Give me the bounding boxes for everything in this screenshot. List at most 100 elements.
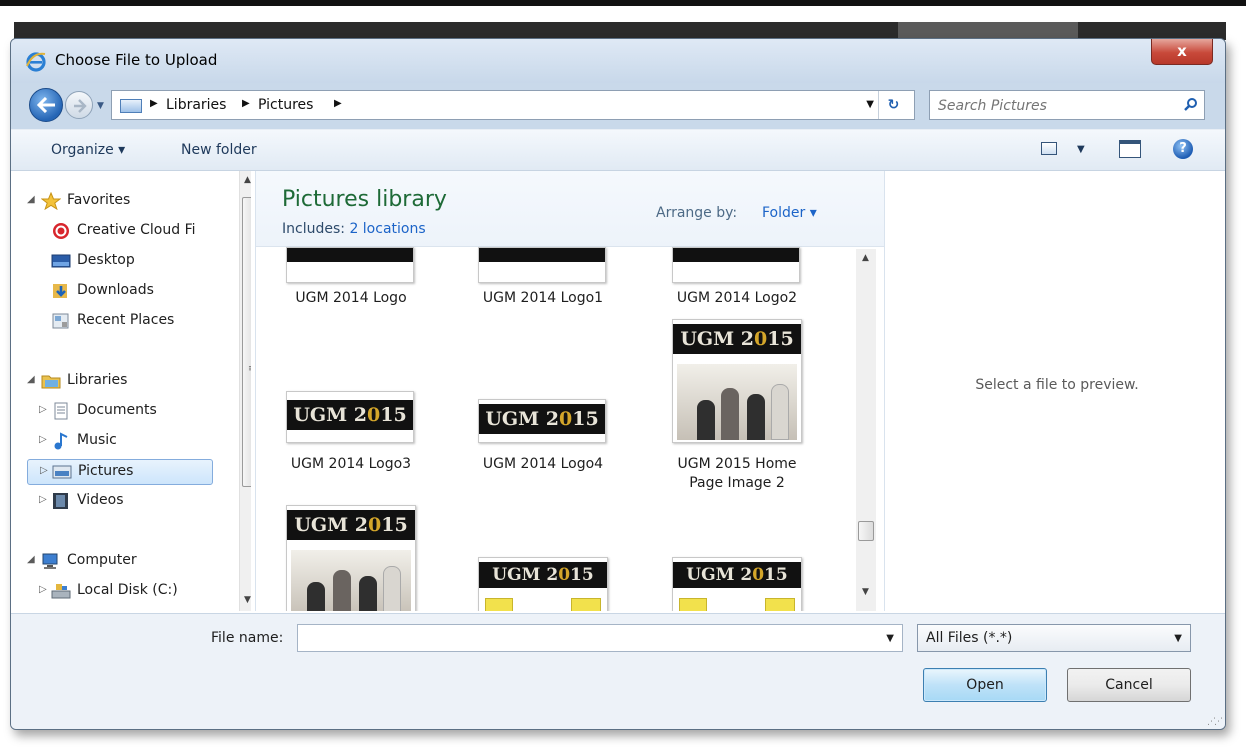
file-name: UGM 2014 Logo [295, 290, 407, 306]
nav-label: Pictures [78, 463, 134, 479]
thumbnail-photo [291, 550, 411, 611]
filetype-select[interactable]: All Files (*.*) ▼ [917, 624, 1191, 652]
scroll-up-icon[interactable]: ▲ [244, 175, 251, 185]
history-dropdown-icon[interactable]: ▼ [97, 101, 104, 111]
expand-icon[interactable]: ▷ [39, 404, 47, 415]
filename-combobox[interactable]: ▼ [297, 624, 903, 652]
star-icon [41, 192, 61, 210]
nav-item-local-disk[interactable]: ▷ Local Disk (C:) [27, 579, 233, 605]
window-title: Choose File to Upload [55, 51, 218, 69]
nav-label: Documents [77, 402, 157, 418]
thumbnail-photo [677, 364, 797, 440]
file-thumbnail: UGM 2015 [478, 557, 608, 611]
forward-arrow-icon [74, 99, 87, 113]
dialog-footer: File name: ▼ All Files (*.*) ▼ Open Canc… [11, 613, 1225, 729]
creative-cloud-icon [53, 223, 69, 239]
back-button[interactable] [29, 88, 63, 122]
help-icon[interactable]: ? [1173, 139, 1193, 159]
includes-label: Includes: [282, 221, 345, 237]
documents-icon [54, 402, 68, 420]
close-button[interactable]: x [1151, 39, 1213, 65]
expand-icon[interactable]: ▷ [40, 465, 48, 476]
nav-label: Desktop [77, 252, 135, 268]
nav-libraries[interactable]: ◢ Libraries [27, 369, 233, 395]
ie-icon [26, 52, 46, 72]
scroll-thumb[interactable] [858, 521, 874, 541]
file-name: UGM 2015 Home Page Image 2 [677, 456, 797, 491]
file-thumbnail: UGM 2015 [478, 399, 606, 443]
address-dropdown-icon[interactable]: ▼ [866, 99, 874, 110]
file-item[interactable]: UGM 2015 Home Page Image 2 [662, 455, 812, 493]
file-list: Pictures library Includes: 2 locations A… [255, 171, 885, 611]
nav-item-music[interactable]: ▷ Music [27, 429, 233, 455]
thumbnail-banner: UGM 2015 [287, 400, 413, 430]
nav-favorites[interactable]: ◢ Favorites [27, 189, 233, 215]
libraries-icon [41, 375, 61, 389]
nav-computer[interactable]: ◢ Computer [27, 549, 233, 575]
filename-dropdown-icon[interactable]: ▼ [886, 633, 894, 644]
file-item[interactable]: UGM 2014 Logo4 [468, 455, 618, 474]
command-toolbar: Organize ▾ New folder ▼ ? [11, 129, 1225, 171]
file-item[interactable]: UGM 2014 Logo3 [276, 455, 426, 474]
expand-icon[interactable]: ▷ [39, 494, 47, 505]
top-border-line [0, 0, 1246, 6]
filename-label: File name: [211, 630, 284, 646]
nav-item-recent-places[interactable]: Recent Places [27, 309, 233, 335]
locations-link[interactable]: 2 locations [349, 221, 425, 237]
nav-item-creative-cloud[interactable]: Creative Cloud Fi [27, 219, 233, 245]
forward-button[interactable] [65, 91, 93, 119]
view-dropdown-icon[interactable]: ▼ [1077, 144, 1085, 155]
file-thumbnail: UGM 2015 [672, 557, 802, 611]
scroll-down-icon[interactable]: ▼ [244, 595, 251, 605]
cancel-button[interactable]: Cancel [1067, 668, 1191, 702]
collapse-icon[interactable]: ◢ [27, 194, 35, 205]
preview-message: Select a file to preview. [975, 377, 1139, 393]
nav-item-pictures[interactable]: ▷ Pictures [27, 459, 213, 485]
filetype-value: All Files (*.*) [926, 630, 1013, 646]
collapse-icon[interactable]: ◢ [27, 374, 35, 385]
nav-item-documents[interactable]: ▷ Documents [27, 399, 233, 425]
new-folder-button[interactable]: New folder [181, 142, 257, 158]
scroll-thumb[interactable]: ≡ [242, 197, 251, 487]
resize-grip-icon[interactable]: ⋰⋰ [1207, 717, 1223, 727]
file-dialog: Choose File to Upload x ▼ ▶ Libraries ▶ … [10, 38, 1226, 730]
preview-pane-icon[interactable] [1119, 140, 1141, 158]
breadcrumb-pictures[interactable]: Pictures [258, 97, 313, 113]
file-list-scrollbar[interactable]: ▲ ▼ [856, 249, 876, 611]
search-box[interactable] [929, 90, 1205, 120]
collapse-icon[interactable]: ◢ [27, 554, 35, 565]
breadcrumb-libraries[interactable]: Libraries [166, 97, 226, 113]
nav-item-downloads[interactable]: Downloads [27, 279, 233, 305]
organize-menu[interactable]: Organize ▾ [51, 142, 125, 158]
breadcrumb-chevron-icon[interactable]: ▶ [150, 98, 158, 109]
open-button[interactable]: Open [923, 668, 1047, 702]
filename-input[interactable] [304, 629, 864, 649]
search-input[interactable] [938, 96, 1168, 116]
thumbnail-banner: UGM 2015 [479, 404, 605, 434]
expand-icon[interactable]: ▷ [39, 584, 47, 595]
refresh-icon[interactable]: ↻ [878, 91, 908, 119]
scroll-down-icon[interactable]: ▼ [862, 587, 869, 597]
nav-item-desktop[interactable]: Desktop [27, 249, 233, 275]
thumbnail-banner: UGM 2015 [673, 324, 801, 354]
breadcrumb-chevron-icon[interactable]: ▶ [242, 98, 250, 109]
breadcrumb-chevron-icon[interactable]: ▶ [334, 98, 342, 109]
nav-label: Creative Cloud Fi [77, 222, 196, 238]
nav-scrollbar[interactable]: ▲ ≡ ▼ [239, 171, 251, 611]
address-bar[interactable]: ▶ Libraries ▶ Pictures ▶ ▼ ↻ [111, 90, 915, 120]
scroll-up-icon[interactable]: ▲ [862, 253, 869, 263]
file-item[interactable]: UGM 2014 Logo1 [468, 289, 618, 308]
search-icon[interactable] [1184, 97, 1198, 111]
file-item[interactable]: UGM 2014 Logo [276, 289, 426, 308]
view-icon[interactable] [1041, 142, 1057, 155]
file-item[interactable]: UGM 2014 Logo2 [662, 289, 812, 308]
preview-pane: Select a file to preview. [887, 171, 1225, 611]
nav-item-videos[interactable]: ▷ Videos [27, 489, 233, 515]
navigation-pane: ◢ Favorites Creative Cloud Fi Desktop Do… [21, 171, 251, 611]
expand-icon[interactable]: ▷ [39, 434, 47, 445]
file-thumbnail [672, 247, 800, 283]
file-thumbnail: UGM 2015 [672, 319, 802, 443]
arrange-by-dropdown[interactable]: Folder ▾ [762, 205, 817, 221]
filetype-dropdown-icon[interactable]: ▼ [1174, 633, 1182, 644]
desktop-icon [51, 254, 71, 268]
